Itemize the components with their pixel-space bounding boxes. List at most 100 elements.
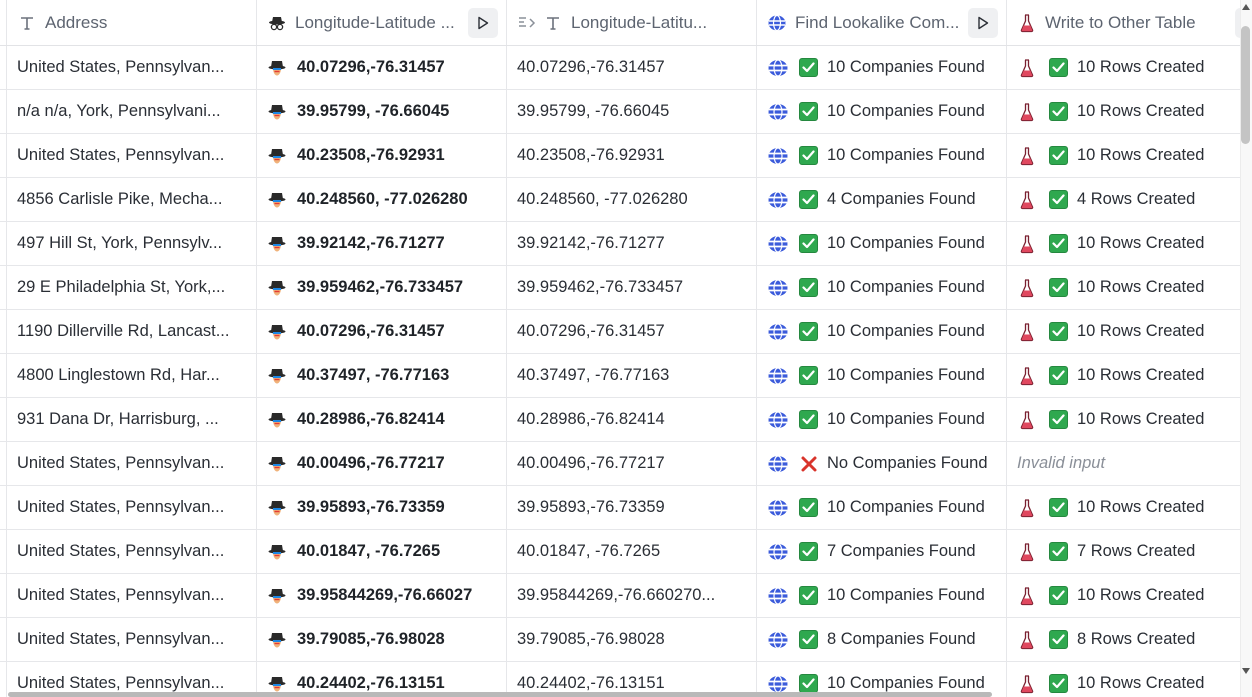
column-header-longitude-latitude[interactable]: Longitude-Latitude ... [257,0,507,45]
coordinate-cell[interactable]: 39.92142,-76.71277 [257,222,507,265]
address-cell[interactable]: United States, Pennsylvan... [6,574,257,617]
write-cell[interactable]: 10 Rows Created [1007,310,1240,353]
coordinate-text-cell[interactable]: 40.00496,-76.77217 [507,442,757,485]
coordinate-text-cell[interactable]: 40.248560, -77.026280 [507,178,757,221]
coordinate-cell[interactable]: 40.01847, -76.7265 [257,530,507,573]
coordinate-text-cell[interactable]: 39.95799, -76.66045 [507,90,757,133]
coordinate-text-cell[interactable]: 39.959462,-76.733457 [507,266,757,309]
coordinate-cell[interactable]: 39.79085,-76.98028 [257,618,507,661]
lookalike-cell[interactable]: No Companies Found [757,442,1007,485]
vertical-scroll-thumb[interactable] [1241,26,1250,144]
address-cell[interactable]: 4856 Carlisle Pike, Mecha... [6,178,257,221]
run-column-button[interactable] [968,7,998,38]
address-text: United States, Pennsylvan... [17,498,225,516]
coordinate-cell[interactable]: 40.28986,-76.82414 [257,398,507,441]
lookalike-cell[interactable]: 8 Companies Found [757,618,1007,661]
write-cell[interactable]: 8 Rows Created [1007,618,1240,661]
address-cell[interactable]: United States, Pennsylvan... [6,486,257,529]
lookalike-cell[interactable]: 4 Companies Found [757,178,1007,221]
column-header-address[interactable]: Address [6,0,257,45]
address-cell[interactable]: 4800 Linglestown Rd, Har... [6,354,257,397]
table-row[interactable]: United States, Pennsylvan... 40.07296,-76… [0,46,1240,90]
scroll-up-arrow-icon[interactable] [1242,4,1250,10]
lookalike-cell[interactable]: 7 Companies Found [757,530,1007,573]
coordinate-text-cell[interactable]: 40.37497, -76.77163 [507,354,757,397]
write-cell[interactable]: 10 Rows Created [1007,486,1240,529]
coordinate-cell[interactable]: 40.248560, -77.026280 [257,178,507,221]
coordinate-text-cell[interactable]: 39.79085,-76.98028 [507,618,757,661]
address-cell[interactable]: 1190 Dillerville Rd, Lancast... [6,310,257,353]
address-cell[interactable]: 931 Dana Dr, Harrisburg, ... [6,398,257,441]
lookalike-cell[interactable]: 10 Companies Found [757,222,1007,265]
address-cell[interactable]: 29 E Philadelphia St, York,... [6,266,257,309]
lookalike-cell[interactable]: 10 Companies Found [757,354,1007,397]
coordinate-cell[interactable]: 39.95893,-76.73359 [257,486,507,529]
address-cell[interactable]: United States, Pennsylvan... [6,618,257,661]
table-row[interactable]: 29 E Philadelphia St, York,... 39.959462,… [0,266,1240,310]
run-column-button[interactable] [468,7,498,38]
coordinate-text-cell[interactable]: 39.95844269,-76.660270... [507,574,757,617]
table-row[interactable]: 931 Dana Dr, Harrisburg, ... 40.28986,-76… [0,398,1240,442]
table-row[interactable]: United States, Pennsylvan... 40.23508,-76… [0,134,1240,178]
address-cell[interactable]: United States, Pennsylvan... [6,442,257,485]
coordinate-cell[interactable]: 39.95844269,-76.66027 [257,574,507,617]
coordinate-text-cell[interactable]: 40.07296,-76.31457 [507,310,757,353]
lookalike-cell[interactable]: 10 Companies Found [757,134,1007,177]
write-cell[interactable]: 7 Rows Created [1007,530,1240,573]
address-cell[interactable]: United States, Pennsylvan... [6,46,257,89]
lookalike-cell[interactable]: 10 Companies Found [757,486,1007,529]
column-header-longitude-latitude-text[interactable]: Longitude-Latitu... [507,0,757,45]
table-row[interactable]: United States, Pennsylvan... 39.95844269,… [0,574,1240,618]
column-header-find-lookalike[interactable]: Find Lookalike Com... [757,0,1007,45]
coordinate-cell[interactable]: 39.959462,-76.733457 [257,266,507,309]
address-cell[interactable]: United States, Pennsylvan... [6,134,257,177]
coordinate-cell[interactable]: 39.95799, -76.66045 [257,90,507,133]
coordinate-text-cell[interactable]: 39.92142,-76.71277 [507,222,757,265]
coordinate-text-cell[interactable]: 40.28986,-76.82414 [507,398,757,441]
lookalike-status-text: 10 Companies Found [827,234,985,252]
coordinate-text-cell[interactable]: 40.01847, -76.7265 [507,530,757,573]
table-row[interactable]: n/a n/a, York, Pennsylvani... 39.95799, -… [0,90,1240,134]
lookalike-cell[interactable]: 10 Companies Found [757,398,1007,441]
vertical-scrollbar[interactable] [1240,0,1252,697]
table-row[interactable]: 497 Hill St, York, Pennsylv... 39.92142,-… [0,222,1240,266]
scroll-down-arrow-icon[interactable] [1242,668,1250,674]
table-row[interactable]: United States, Pennsylvan... 40.00496,-76… [0,442,1240,486]
horizontal-scroll-thumb[interactable] [8,692,992,697]
table-row[interactable]: 4856 Carlisle Pike, Mecha... 40.248560, -… [0,178,1240,222]
table-row[interactable]: United States, Pennsylvan... 39.95893,-76… [0,486,1240,530]
coordinate-text-cell[interactable]: 40.23508,-76.92931 [507,134,757,177]
column-header-write-to-other-table[interactable]: Write to Other Table [1007,0,1240,45]
address-cell[interactable]: n/a n/a, York, Pennsylvani... [6,90,257,133]
table-row[interactable]: United States, Pennsylvan... 40.01847, -7… [0,530,1240,574]
coordinate-text-cell[interactable]: 39.95893,-76.73359 [507,486,757,529]
write-cell[interactable]: Invalid input [1007,442,1240,485]
lookalike-cell[interactable]: 10 Companies Found [757,266,1007,309]
table-row[interactable]: 1190 Dillerville Rd, Lancast... 40.07296,… [0,310,1240,354]
coordinate-cell[interactable]: 40.23508,-76.92931 [257,134,507,177]
coordinate-text-cell[interactable]: 40.07296,-76.31457 [507,46,757,89]
write-cell[interactable]: 10 Rows Created [1007,266,1240,309]
write-cell[interactable]: 4 Rows Created [1007,178,1240,221]
write-cell[interactable]: 10 Rows Created [1007,398,1240,441]
coordinate-cell[interactable]: 40.37497, -76.77163 [257,354,507,397]
horizontal-scrollbar[interactable] [0,691,1240,697]
write-cell[interactable]: 10 Rows Created [1007,46,1240,89]
write-cell[interactable]: 10 Rows Created [1007,574,1240,617]
write-cell[interactable]: 10 Rows Created [1007,222,1240,265]
lookalike-cell[interactable]: 10 Companies Found [757,46,1007,89]
write-cell[interactable]: 10 Rows Created [1007,90,1240,133]
table-row[interactable]: United States, Pennsylvan... 39.79085,-76… [0,618,1240,662]
write-cell[interactable]: 10 Rows Created [1007,134,1240,177]
lookalike-cell[interactable]: 10 Companies Found [757,310,1007,353]
table-row[interactable]: 4800 Linglestown Rd, Har... 40.37497, -76… [0,354,1240,398]
coordinate-cell[interactable]: 40.07296,-76.31457 [257,46,507,89]
address-cell[interactable]: United States, Pennsylvan... [6,530,257,573]
lookalike-cell[interactable]: 10 Companies Found [757,90,1007,133]
lookalike-cell[interactable]: 10 Companies Found [757,574,1007,617]
coordinate-cell[interactable]: 40.00496,-76.77217 [257,442,507,485]
write-cell[interactable]: 10 Rows Created [1007,354,1240,397]
address-cell[interactable]: 497 Hill St, York, Pennsylv... [6,222,257,265]
globe-stack-icon [768,498,788,517]
coordinate-cell[interactable]: 40.07296,-76.31457 [257,310,507,353]
